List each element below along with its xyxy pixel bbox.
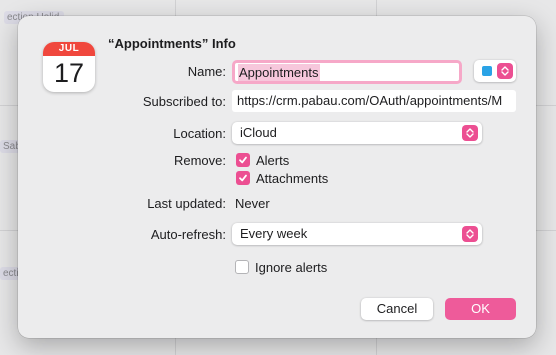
calendar-info-dialog: JUL 17 “Appointments” Info Name: Appoint… bbox=[18, 16, 536, 338]
remove-attachments-checkbox[interactable] bbox=[236, 171, 250, 185]
location-label: Location: bbox=[173, 126, 226, 141]
chevron-updown-icon bbox=[462, 226, 478, 242]
calendar-icon-month: JUL bbox=[43, 42, 95, 56]
chevron-updown-icon bbox=[497, 63, 513, 79]
auto-refresh-value: Every week bbox=[240, 226, 308, 241]
ok-button[interactable]: OK bbox=[445, 298, 516, 320]
remove-label: Remove: bbox=[173, 153, 226, 168]
calendar-icon-day: 17 bbox=[53, 58, 85, 88]
cancel-button[interactable]: Cancel bbox=[361, 298, 433, 320]
ignore-alerts-label: Ignore alerts bbox=[255, 260, 328, 275]
last-updated-label: Last updated: bbox=[147, 196, 226, 211]
background-event: Sabo bbox=[0, 140, 20, 153]
auto-refresh-popup[interactable]: Every week bbox=[232, 223, 482, 245]
last-updated-value: Never bbox=[235, 196, 270, 211]
location-popup[interactable]: iCloud bbox=[232, 122, 482, 144]
name-field-value: Appointments bbox=[238, 63, 320, 81]
location-value: iCloud bbox=[240, 125, 277, 140]
calendar-app-icon: JUL 17 bbox=[43, 42, 95, 92]
remove-alerts-label: Alerts bbox=[256, 153, 290, 168]
calendar-color-swatch bbox=[482, 66, 492, 76]
chevron-updown-icon bbox=[462, 125, 478, 141]
background-event: ection bbox=[0, 267, 20, 280]
calendar-color-popup[interactable] bbox=[474, 60, 516, 82]
subscription-url-field[interactable]: https://crm.pabau.com/OAuth/appointments… bbox=[232, 90, 516, 112]
remove-alerts-checkbox[interactable] bbox=[236, 153, 250, 167]
name-label: Name: bbox=[187, 64, 226, 79]
subscribed-to-label: Subscribed to: bbox=[142, 94, 226, 109]
name-field[interactable]: Appointments bbox=[232, 60, 462, 84]
dialog-title: “Appointments” Info bbox=[108, 36, 236, 51]
auto-refresh-label: Auto-refresh: bbox=[150, 227, 226, 242]
remove-attachments-label: Attachments bbox=[256, 171, 329, 186]
ignore-alerts-checkbox[interactable] bbox=[235, 260, 249, 274]
